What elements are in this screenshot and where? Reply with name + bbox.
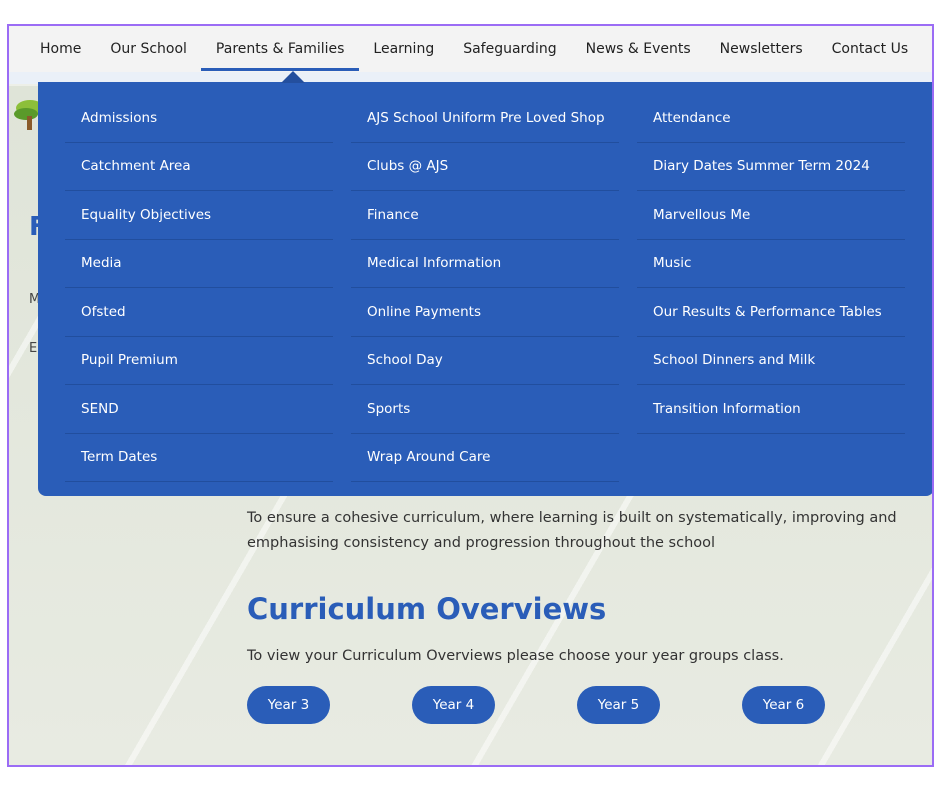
main-nav: Home Our School Parents & Families Learn… [9,26,932,72]
nav-our-school[interactable]: Our School [110,41,187,57]
dropdown-menu-item[interactable]: School Dinners and Milk [637,337,905,385]
dropdown-column-1: Admissions Catchment Area Equality Objecti… [65,94,333,482]
side-link-partial[interactable]: E [29,341,37,356]
nav-newsletters[interactable]: Newsletters [720,41,803,57]
dropdown-caret-icon [281,71,305,83]
dropdown-menu-item[interactable]: Media [65,240,333,288]
dropdown-menu-item[interactable]: Term Dates [65,434,333,482]
year-5-button[interactable]: Year 5 [577,686,660,724]
year-6-button[interactable]: Year 6 [742,686,825,724]
dropdown-menu-item[interactable]: AJS School Uniform Pre Loved Shop [351,94,619,143]
dropdown-menu-item[interactable]: Diary Dates Summer Term 2024 [637,143,905,191]
dropdown-menu-item[interactable]: Attendance [637,94,905,143]
nav-safeguarding[interactable]: Safeguarding [463,41,556,57]
intro-text: To ensure a cohesive curriculum, where l… [247,510,897,551]
dropdown-column-2: AJS School Uniform Pre Loved Shop Clubs @… [351,94,619,482]
main-content: To ensure a cohesive curriculum, where l… [247,506,907,724]
dropdown-menu-item[interactable]: Medical Information [351,240,619,288]
dropdown-menu-item[interactable]: Marvellous Me [637,191,905,240]
section-subtext: To view your Curriculum Overviews please… [247,648,784,664]
year-3-button[interactable]: Year 3 [247,686,330,724]
dropdown-menu-item[interactable]: Finance [351,191,619,240]
nav-learning[interactable]: Learning [373,41,434,57]
dropdown-menu-item[interactable]: Our Results & Performance Tables [637,288,905,337]
nav-parents-families[interactable]: Parents & Families [200,41,359,71]
nav-home[interactable]: Home [40,41,81,57]
nav-contact-us[interactable]: Contact Us [832,41,908,57]
dropdown-menu-item[interactable]: Catchment Area [65,143,333,191]
dropdown-menu-item[interactable]: Ofsted [65,288,333,337]
dropdown-menu-item[interactable]: Equality Objectives [65,191,333,240]
section-heading: Curriculum Overviews [247,592,607,626]
dropdown-menu-item[interactable]: Admissions [65,94,333,143]
dropdown-menu-item[interactable]: Clubs @ AJS [351,143,619,191]
dropdown-menu-item[interactable]: Sports [351,385,619,434]
browser-viewport: F M E Home Our School Parents & Families… [7,24,934,767]
dropdown-menu-item[interactable]: School Day [351,337,619,385]
dropdown-menu-item[interactable]: Online Payments [351,288,619,337]
year-buttons: Year 3 Year 4 Year 5 Year 6 [247,686,907,724]
dropdown-menu-item[interactable]: Music [637,240,905,288]
dropdown-column-3: Attendance Diary Dates Summer Term 2024 Ma… [637,94,905,434]
nav-news-events[interactable]: News & Events [586,41,691,57]
parents-families-dropdown-menu: Admissions Catchment Area Equality Objecti… [38,82,932,496]
year-4-button[interactable]: Year 4 [412,686,495,724]
dropdown-menu-item[interactable]: SEND [65,385,333,434]
dropdown-menu-item[interactable]: Pupil Premium [65,337,333,385]
dropdown-menu-item[interactable]: Wrap Around Care [351,434,619,482]
dropdown-menu-item[interactable]: Transition Information [637,385,905,434]
